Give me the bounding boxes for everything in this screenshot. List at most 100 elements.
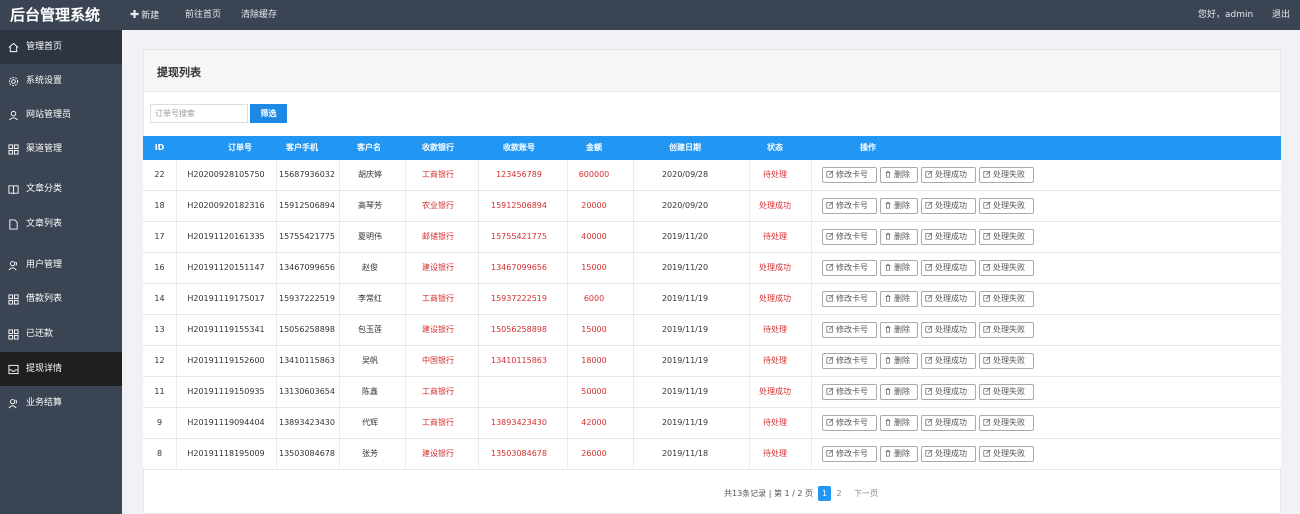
mark-failed-button[interactable]: 处理失败 (979, 291, 1034, 307)
clear-cache-link[interactable]: 清除缓存 (241, 0, 277, 30)
edit-card-button[interactable]: 修改卡号 (822, 167, 877, 183)
mark-success-button[interactable]: 处理成功 (921, 229, 976, 245)
sidebar-item-repaid[interactable]: 已还款 (0, 317, 122, 351)
delete-button[interactable]: 删除 (880, 322, 918, 338)
cell-account: 15912506894 (491, 201, 547, 210)
delete-button[interactable]: 删除 (880, 198, 918, 214)
edit-card-button[interactable]: 修改卡号 (822, 198, 877, 214)
mark-success-button[interactable]: 处理成功 (921, 291, 976, 307)
sidebar-item-withdrawals[interactable]: 提现详情 (0, 352, 122, 386)
logout-link[interactable]: 退出 (1272, 0, 1290, 30)
action-label: 删除 (894, 418, 910, 427)
delete-button[interactable]: 删除 (880, 260, 918, 276)
cell-customer-name: 包玉莲 (358, 325, 382, 334)
edit-icon (925, 263, 935, 272)
edit-card-button[interactable]: 修改卡号 (822, 322, 877, 338)
edit-card-button[interactable]: 修改卡号 (822, 260, 877, 276)
next-page-link[interactable]: 下一页 (851, 486, 881, 501)
column-header-status: 状态 (767, 143, 783, 152)
mark-failed-button[interactable]: 处理失败 (979, 229, 1034, 245)
edit-card-button[interactable]: 修改卡号 (822, 415, 877, 431)
sidebar-item-settlement[interactable]: 业务结算 (0, 386, 122, 420)
sidebar-item-label: 网站管理员 (26, 110, 72, 120)
mark-success-button[interactable]: 处理成功 (921, 446, 976, 462)
filter-button[interactable]: 筛选 (250, 104, 287, 123)
edit-card-button[interactable]: 修改卡号 (822, 446, 877, 462)
sidebar-item-users[interactable]: 用户管理 (0, 248, 122, 282)
edit-icon (925, 449, 935, 458)
edit-card-button[interactable]: 修改卡号 (822, 353, 877, 369)
cell-status: 待处理 (763, 449, 787, 458)
cell-account: 13503084678 (491, 449, 547, 458)
sidebar-item-label: 已还款 (26, 329, 54, 339)
mark-failed-button[interactable]: 处理失败 (979, 260, 1034, 276)
sidebar-item-dashboard[interactable]: 管理首页 (0, 30, 122, 64)
mark-success-button[interactable]: 处理成功 (921, 198, 976, 214)
mark-failed-button[interactable]: 处理失败 (979, 384, 1034, 400)
edit-card-button[interactable]: 修改卡号 (822, 229, 877, 245)
cell-order-number: H20191119150935 (187, 387, 265, 396)
trash-icon (884, 263, 894, 272)
mark-failed-button[interactable]: 处理失败 (979, 322, 1034, 338)
sidebar-item-label: 借款列表 (26, 294, 63, 304)
cell-order-number: H20191119175017 (187, 294, 265, 303)
cell-status: 待处理 (763, 170, 787, 179)
edit-icon (983, 170, 993, 179)
mark-success-button[interactable]: 处理成功 (921, 167, 976, 183)
home-link[interactable]: 前往首页 (185, 0, 221, 30)
mark-failed-button[interactable]: 处理失败 (979, 353, 1034, 369)
sidebar-item-admins[interactable]: 网站管理员 (0, 98, 122, 132)
edit-icon (925, 170, 935, 179)
delete-button[interactable]: 删除 (880, 446, 918, 462)
action-label: 修改卡号 (836, 325, 868, 334)
edit-card-button[interactable]: 修改卡号 (822, 291, 877, 307)
delete-button[interactable]: 删除 (880, 415, 918, 431)
action-label: 处理成功 (935, 325, 967, 334)
edit-icon (826, 294, 836, 303)
cell-bank: 工商银行 (422, 294, 454, 303)
mark-failed-button[interactable]: 处理失败 (979, 446, 1034, 462)
action-label: 删除 (894, 201, 910, 210)
column-header-account: 收款账号 (503, 143, 535, 152)
mark-failed-button[interactable]: 处理失败 (979, 167, 1034, 183)
cell-account: 15056258898 (491, 325, 547, 334)
mark-success-button[interactable]: 处理成功 (921, 353, 976, 369)
page-2-link[interactable]: 2 (834, 486, 844, 501)
action-label: 处理成功 (935, 170, 967, 179)
new-button[interactable]: ✚ 新建 (130, 0, 159, 30)
column-header-phone: 客户手机 (286, 143, 318, 152)
cell-amount: 18000 (581, 356, 607, 365)
mark-success-button[interactable]: 处理成功 (921, 384, 976, 400)
delete-button[interactable]: 删除 (880, 229, 918, 245)
action-label: 处理失败 (993, 418, 1025, 427)
cell-customer-name: 陈鑫 (362, 387, 378, 396)
trash-icon (884, 387, 894, 396)
sidebar-item-channels[interactable]: 渠道管理 (0, 132, 122, 166)
delete-button[interactable]: 删除 (880, 167, 918, 183)
cell-id: 17 (154, 232, 165, 241)
column-header-id: ID (154, 143, 165, 152)
sidebar-item-loans[interactable]: 借款列表 (0, 282, 122, 316)
sidebar-item-article-categories[interactable]: 文章分类 (0, 172, 122, 206)
page-current[interactable]: 1 (818, 486, 831, 501)
delete-button[interactable]: 删除 (880, 384, 918, 400)
top-navbar: 后台管理系统 ✚ 新建 前往首页 清除缓存 您好，admin 退出 (0, 0, 1300, 30)
edit-icon (983, 325, 993, 334)
sidebar-item-settings[interactable]: 系统设置 (0, 64, 122, 98)
mark-success-button[interactable]: 处理成功 (921, 260, 976, 276)
cell-amount: 20000 (581, 201, 607, 210)
order-search-input[interactable] (150, 104, 248, 123)
mark-success-button[interactable]: 处理成功 (921, 415, 976, 431)
cell-phone: 13893423430 (279, 418, 335, 427)
cell-date: 2019/11/19 (661, 294, 709, 303)
sidebar-item-articles[interactable]: 文章列表 (0, 207, 122, 241)
mark-failed-button[interactable]: 处理失败 (979, 198, 1034, 214)
sidebar-item-label: 提现详情 (26, 364, 63, 374)
edit-icon (925, 232, 935, 241)
cell-status: 待处理 (763, 356, 787, 365)
mark-success-button[interactable]: 处理成功 (921, 322, 976, 338)
delete-button[interactable]: 删除 (880, 291, 918, 307)
delete-button[interactable]: 删除 (880, 353, 918, 369)
edit-card-button[interactable]: 修改卡号 (822, 384, 877, 400)
mark-failed-button[interactable]: 处理失败 (979, 415, 1034, 431)
